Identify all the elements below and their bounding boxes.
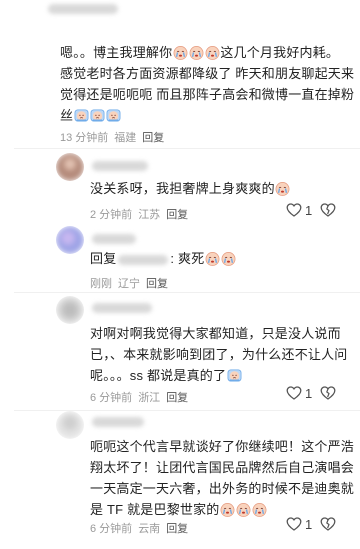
comment-location: 江苏 [138,209,161,221]
username-blurred[interactable] [92,303,152,313]
dislike-button[interactable] [320,516,336,537]
comment-time: 6 分钟前 [90,392,133,404]
reply-prefix: 回复 [90,251,117,266]
like-button[interactable]: 1 [286,516,312,532]
comment-1-text: 嗯。。博主我理解你 这几个月我好内耗。 [60,42,360,63]
comment-1-line-1b: 这几个月我好内耗。 [220,45,340,60]
comment-5-meta: 6 分钟前 云南 回复 [90,520,188,536]
comment-2-text: 没关系呀，我担奢牌上身爽爽的 [90,178,291,199]
comment-time: 13 分钟前 [60,132,109,144]
like-count: 1 [305,202,313,218]
crying-face-emoji [220,502,235,517]
mention-blurred[interactable] [118,254,169,265]
comment-5-text: 呃呃这个代言早就谈好了你继续吧！这个严浩 翔太坏了！让团代言国民品牌然后自己演唱… [90,439,355,517]
crying-face-emoji [205,45,220,60]
heart-outline-icon [286,202,302,218]
avatar[interactable] [56,296,84,324]
comment-time: 6 分钟前 [90,523,133,535]
comment-time: 刚刚 [90,278,112,290]
comment-2-meta: 2 分钟前 江苏 回复 [90,206,188,222]
username-blurred[interactable] [92,234,136,244]
comment-1-line-4: 丝 [60,108,74,123]
comment-1-line-2: 感觉老时各方面资源都降级了 昨天和朋友聊起天来 [60,66,355,81]
crying-face-emoji [221,251,236,266]
comment-2: 没关系呀，我担奢牌上身爽爽的 2 分钟前 江苏 回复 1 [0,149,360,222]
comment-1-line-1: 嗯。。博主我理解你 [60,45,173,60]
comment-1-text-cont: 感觉老时各方面资源都降级了 昨天和朋友聊起天来 觉得还是呃呃呃 而且那阵子高会和… [60,63,360,126]
reply-button[interactable]: 回复 [142,129,164,145]
like-count: 1 [305,516,313,532]
crying-face-emoji [173,45,188,60]
like-button[interactable]: 1 [286,385,312,401]
comment-3-meta: 刚刚 辽宁 回复 [90,275,168,291]
crying-face-emoji [74,108,89,123]
broken-heart-outline-icon [320,516,336,532]
comment-4: 对啊对啊我觉得大家都知道，只是没人说而 已，、本来就影响到团了，为什么还不让人问… [0,293,360,406]
crying-face-emoji [189,45,204,60]
comment-location: 浙江 [138,392,161,404]
comment-5: 呃呃这个代言早就谈好了你继续吧！这个严浩 翔太坏了！让团代言国民品牌然后自己演唱… [0,411,360,549]
reply-button[interactable]: 回复 [166,520,188,536]
crying-face-emoji [252,502,267,517]
like-count: 1 [305,385,313,401]
comment-4-text: 对啊对啊我觉得大家都知道，只是没人说而 已，、本来就影响到团了，为什么还不让人问… [90,326,348,383]
crying-face-emoji [275,181,290,196]
avatar[interactable] [56,226,84,254]
crying-face-emoji [227,368,242,383]
comment-time: 2 分钟前 [90,209,133,221]
comment-location: 辽宁 [118,278,140,290]
crying-face-emoji [236,502,251,517]
username-blurred[interactable] [92,417,144,427]
comment-4-meta: 6 分钟前 浙江 回复 [90,389,188,405]
reply-button[interactable]: 回复 [166,389,188,405]
crying-face-emoji [90,108,105,123]
heart-outline-icon [286,385,302,401]
reply-button[interactable]: 回复 [166,206,188,222]
comment-location: 福建 [114,132,137,144]
dislike-button[interactable] [320,385,336,406]
comment-location: 云南 [138,523,161,535]
comment-3-text: 回复: 爽死 [90,248,236,269]
like-button[interactable]: 1 [286,202,312,218]
reply-button[interactable]: 回复 [146,275,168,291]
username-blurred[interactable] [92,161,148,171]
dislike-button[interactable] [320,202,336,223]
comment-1-meta: 13 分钟前 福建 回复 [60,129,164,145]
broken-heart-outline-icon [320,202,336,218]
username-blurred[interactable] [48,4,118,14]
comment-1-line-3: 觉得还是呃呃呃 而且那阵子高会和微博一直在掉粉 [60,87,355,102]
avatar[interactable] [56,153,84,181]
heart-outline-icon [286,516,302,532]
crying-face-emoji [106,108,121,123]
crying-face-emoji [205,251,220,266]
broken-heart-outline-icon [320,385,336,401]
comment-3: 回复: 爽死 刚刚 辽宁 回复 [0,222,360,292]
comment-1: 嗯。。博主我理解你 这几个月我好内耗。 感觉老时各方面资源都降级了 昨天和朋友聊起… [0,0,360,148]
avatar[interactable] [56,411,84,439]
